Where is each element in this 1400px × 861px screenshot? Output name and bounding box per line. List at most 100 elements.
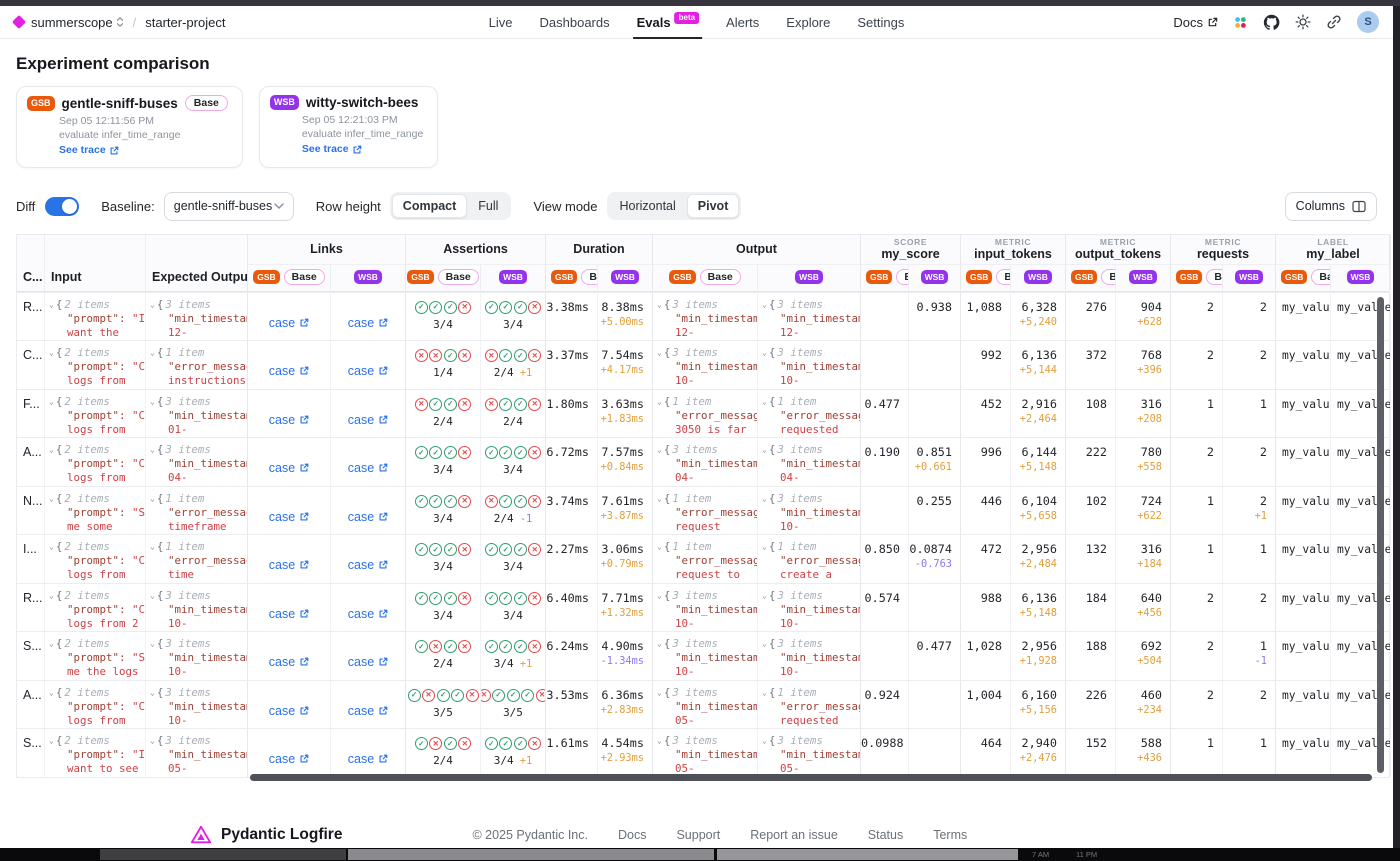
case-link-gsb[interactable]: case [269, 742, 309, 777]
output-tokens-gsb: 152 [1066, 729, 1116, 777]
collapse-chevron-icon[interactable]: ⌄ [150, 346, 155, 360]
collapse-chevron-icon[interactable]: ⌄ [762, 540, 767, 554]
collapse-chevron-icon[interactable]: ⌄ [49, 637, 54, 651]
case-link-wsb[interactable]: case [348, 451, 388, 486]
theme-sun-icon[interactable] [1295, 14, 1311, 30]
collapse-chevron-icon[interactable]: ⌄ [150, 540, 155, 554]
collapse-chevron-icon[interactable]: ⌄ [762, 686, 767, 700]
case-link-gsb[interactable]: case [269, 354, 309, 389]
share-link-icon[interactable] [1326, 14, 1342, 30]
nav-tab-live[interactable]: Live [489, 6, 513, 38]
table-row: S...⌄{2 items"prompt": "Iwant to see⌄{3 … [17, 728, 1389, 777]
collapse-chevron-icon[interactable]: ⌄ [49, 492, 54, 506]
collapse-chevron-icon[interactable]: ⌄ [762, 395, 767, 409]
docs-link[interactable]: Docs [1173, 15, 1218, 30]
case-link-gsb[interactable]: case [269, 451, 309, 486]
row-height-option-compact[interactable]: Compact [392, 194, 467, 218]
collapse-chevron-icon[interactable]: ⌄ [762, 589, 767, 603]
footer-link-report-an-issue[interactable]: Report an issue [750, 828, 838, 842]
fail-x-icon: ✕ [528, 592, 541, 605]
collapse-chevron-icon[interactable]: ⌄ [657, 492, 662, 506]
collapse-chevron-icon[interactable]: ⌄ [49, 686, 54, 700]
project-name[interactable]: starter-project [145, 15, 225, 30]
diff-value: +504 [1116, 654, 1162, 669]
case-link-wsb[interactable]: case [348, 597, 388, 632]
collapse-chevron-icon[interactable]: ⌄ [150, 492, 155, 506]
case-link-gsb[interactable]: case [269, 548, 309, 583]
collapse-chevron-icon[interactable]: ⌄ [49, 540, 54, 554]
collapse-chevron-icon[interactable]: ⌄ [657, 395, 662, 409]
collapse-chevron-icon[interactable]: ⌄ [150, 298, 155, 312]
columns-button[interactable]: Columns [1285, 192, 1377, 221]
nav-tab-dashboards[interactable]: Dashboards [540, 6, 610, 38]
collapse-chevron-icon[interactable]: ⌄ [657, 734, 662, 748]
see-trace-link[interactable]: See trace [302, 143, 362, 157]
collapse-chevron-icon[interactable]: ⌄ [49, 346, 54, 360]
case-link-wsb[interactable]: case [348, 306, 388, 341]
collapse-chevron-icon[interactable]: ⌄ [150, 395, 155, 409]
collapse-chevron-icon[interactable]: ⌄ [657, 686, 662, 700]
view-mode-option-horizontal[interactable]: Horizontal [609, 194, 687, 218]
user-avatar[interactable]: S [1357, 11, 1379, 33]
case-link-wsb[interactable]: case [348, 500, 388, 535]
case-cell: A... [17, 438, 45, 486]
collapse-chevron-icon[interactable]: ⌄ [657, 637, 662, 651]
case-link-wsb[interactable]: case [348, 403, 388, 438]
case-link-wsb[interactable]: case [348, 694, 388, 729]
vertical-scrollbar[interactable] [1377, 297, 1384, 773]
case-link-gsb[interactable]: case [269, 694, 309, 729]
collapse-chevron-icon[interactable]: ⌄ [49, 443, 54, 457]
case-link-wsb[interactable]: case [348, 645, 388, 680]
case-link-gsb[interactable]: case [269, 597, 309, 632]
collapse-chevron-icon[interactable]: ⌄ [657, 540, 662, 554]
collapse-chevron-icon[interactable]: ⌄ [49, 395, 54, 409]
json-brace: { [664, 686, 671, 700]
github-icon[interactable] [1263, 14, 1280, 31]
collapse-chevron-icon[interactable]: ⌄ [657, 346, 662, 360]
nav-tab-alerts[interactable]: Alerts [726, 6, 759, 38]
horizontal-scrollbar[interactable] [250, 774, 1372, 781]
org-selector[interactable]: summerscope [31, 15, 124, 30]
case-link-wsb[interactable]: case [348, 742, 388, 777]
case-link-wsb[interactable]: case [348, 548, 388, 583]
nav-tab-settings[interactable]: Settings [857, 6, 904, 38]
collapse-chevron-icon[interactable]: ⌄ [150, 686, 155, 700]
collapse-chevron-icon[interactable]: ⌄ [150, 589, 155, 603]
fail-x-icon: ✕ [466, 689, 479, 702]
case-link-wsb[interactable]: case [348, 354, 388, 389]
collapse-chevron-icon[interactable]: ⌄ [762, 637, 767, 651]
view-mode-option-pivot[interactable]: Pivot [687, 194, 740, 218]
collapse-chevron-icon[interactable]: ⌄ [762, 443, 767, 457]
collapse-chevron-icon[interactable]: ⌄ [150, 734, 155, 748]
collapse-chevron-icon[interactable]: ⌄ [49, 298, 54, 312]
collapse-chevron-icon[interactable]: ⌄ [657, 298, 662, 312]
slack-icon[interactable] [1233, 15, 1248, 30]
case-link-gsb[interactable]: case [269, 500, 309, 535]
collapse-chevron-icon[interactable]: ⌄ [762, 492, 767, 506]
requests-wsb: 2+1 [1223, 487, 1276, 535]
footer-link-status[interactable]: Status [868, 828, 903, 842]
baseline-select[interactable]: gentle-sniff-buses [164, 192, 294, 221]
collapse-chevron-icon[interactable]: ⌄ [657, 443, 662, 457]
footer-link-terms[interactable]: Terms [933, 828, 967, 842]
nav-tab-evals[interactable]: Evalsbeta [637, 6, 699, 38]
case-cell: R... [17, 293, 45, 341]
nav-tab-explore[interactable]: Explore [786, 6, 830, 38]
collapse-chevron-icon[interactable]: ⌄ [49, 734, 54, 748]
row-height-option-full[interactable]: Full [467, 194, 509, 218]
collapse-chevron-icon[interactable]: ⌄ [657, 589, 662, 603]
case-link-gsb[interactable]: case [269, 403, 309, 438]
footer-link-docs[interactable]: Docs [618, 828, 646, 842]
collapse-chevron-icon[interactable]: ⌄ [150, 637, 155, 651]
footer-link-support[interactable]: Support [676, 828, 720, 842]
collapse-chevron-icon[interactable]: ⌄ [150, 443, 155, 457]
collapse-chevron-icon[interactable]: ⌄ [762, 734, 767, 748]
collapse-chevron-icon[interactable]: ⌄ [762, 346, 767, 360]
case-link-gsb[interactable]: case [269, 645, 309, 680]
collapse-chevron-icon[interactable]: ⌄ [49, 589, 54, 603]
see-trace-link[interactable]: See trace [59, 144, 119, 158]
pass-check-icon: ✓ [514, 398, 527, 411]
collapse-chevron-icon[interactable]: ⌄ [762, 298, 767, 312]
diff-toggle[interactable] [45, 197, 79, 216]
case-link-gsb[interactable]: case [269, 306, 309, 341]
